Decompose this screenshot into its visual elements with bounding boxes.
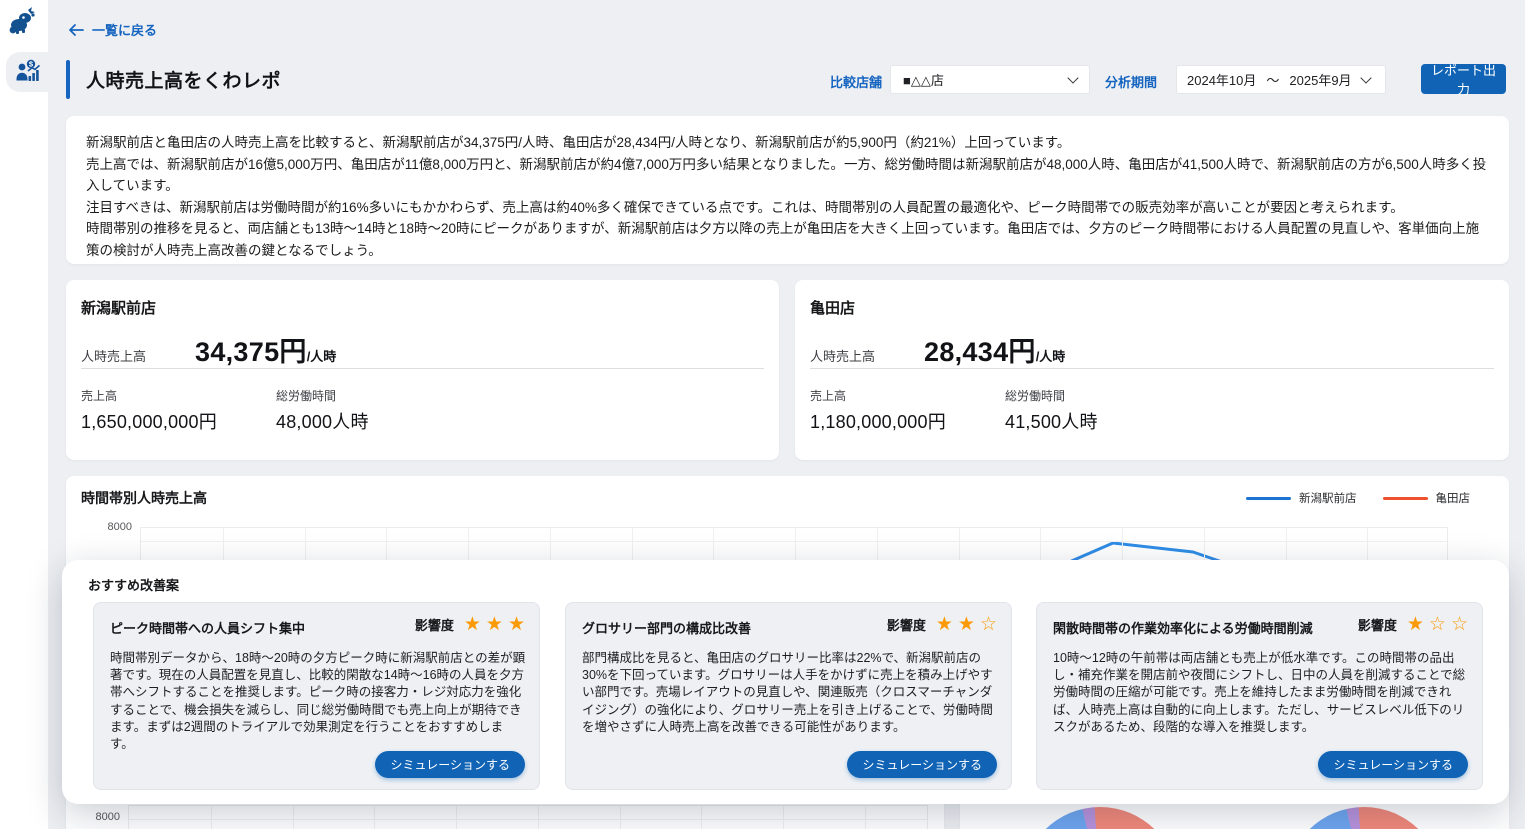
star-icon: ★ (486, 615, 503, 634)
star-icon: ★ (958, 615, 975, 634)
sidebar: $ (0, 0, 48, 829)
back-link[interactable]: 一覧に戻る (68, 20, 157, 39)
recommendation-body: 部門構成比を見ると、亀田店のグロサリー比率は22%で、新潟駅前店の30%を下回っ… (582, 650, 998, 736)
legend-item-niigata: 新潟駅前店 (1246, 490, 1357, 506)
legend-label: 新潟駅前店 (1299, 490, 1357, 506)
recommendation-card: 閑散時間帯の作業効率化による労働時間削減 影響度 ★ ☆ ☆ 10時〜12時の午前帯… (1036, 602, 1483, 790)
recommendation-card: グロサリー部門の構成比改善 影響度 ★ ★ ☆ 部門構成比を見ると、亀田店のグロサリ… (565, 602, 1012, 790)
sales-value: 1,180,000,000円 (810, 408, 946, 434)
title-accent-bar (66, 60, 70, 99)
hours-value: 48,000人時 (276, 408, 369, 434)
impact-label: 影響度 (887, 615, 926, 634)
legend-item-kameda: 亀田店 (1383, 490, 1471, 506)
chevron-down-icon (1360, 72, 1371, 83)
metric-unit: /人時 (307, 346, 337, 365)
page-title: 人時売上高をくわレポ (86, 66, 281, 93)
recommendation-title: グロサリー部門の構成比改善 (582, 618, 751, 637)
impact-stars: ★ ☆ ☆ (1407, 615, 1468, 634)
legend-line-swatch (1383, 497, 1428, 500)
period-end: 2025年9月 (1289, 70, 1351, 89)
star-icon: ☆ (1451, 615, 1468, 634)
metric-value: 28,434円 (924, 330, 1036, 369)
recommendation-title: 閑散時間帯の作業効率化による労働時間削減 (1053, 618, 1313, 637)
legend-label: 亀田店 (1436, 490, 1471, 506)
impact-stars: ★ ★ ☆ (936, 615, 997, 634)
simulate-button[interactable]: シミュレーションする (1318, 751, 1468, 778)
recommendations-panel: おすすめ改善案 ピーク時間帯への人員シフト集中 影響度 ★ ★ ★ 時間帯別データか… (62, 560, 1509, 804)
summary-line: 時間帯別の推移を見ると、両店舗とも13時〜14時と18時〜20時にピークがありま… (86, 218, 1489, 261)
period-start: 2024年10月 (1187, 70, 1256, 89)
compare-store-select[interactable]: ■△△店 (890, 65, 1090, 94)
labor-productivity-icon: $ (13, 58, 41, 86)
plot-area (128, 805, 928, 829)
impact-stars: ★ ★ ★ (464, 615, 525, 634)
app-logo-icon[interactable] (8, 6, 40, 38)
store-name: 新潟駅前店 (81, 297, 156, 318)
chevron-down-icon (1067, 72, 1078, 83)
store-name: 亀田店 (810, 297, 855, 318)
compare-store-label: 比較店舗 (830, 72, 882, 91)
store-card-kameda: 亀田店 人時売上高 28,434円 /人時 売上高 1,180,000,000円… (795, 280, 1509, 460)
arrow-left-icon (68, 23, 84, 37)
recommendation-card: ピーク時間帯への人員シフト集中 影響度 ★ ★ ★ 時間帯別データから、18時〜20… (93, 602, 540, 790)
star-icon: ☆ (1429, 615, 1446, 634)
summary-line: 注目すべきは、新潟駅前店は労働時間が約16%多いにもかかわらず、売上高は約40%… (86, 197, 1489, 219)
export-report-button[interactable]: レポート出力 (1421, 64, 1506, 94)
divider (81, 368, 764, 369)
metric-unit: /人時 (1036, 346, 1066, 365)
metric-label: 人時売上高 (81, 346, 195, 365)
chart-title: 時間帯別人時売上高 (81, 488, 207, 508)
chart-legend: 新潟駅前店 亀田店 (1246, 490, 1470, 506)
hours-label: 総労働時間 (1005, 387, 1065, 404)
legend-line-swatch (1246, 497, 1291, 500)
compare-store-value: ■△△店 (903, 70, 944, 89)
period-select[interactable]: 2024年10月 〜 2025年9月 (1176, 65, 1386, 94)
star-icon: ★ (936, 615, 953, 634)
metric-label: 人時売上高 (810, 346, 924, 365)
summary-line: 新潟駅前店と亀田店の人時売上高を比較すると、新潟駅前店が34,375円/人時、亀… (86, 132, 1489, 154)
recommendation-body: 10時〜12時の午前帯は両店舗とも売上が低水準です。この時間帯の品出し・補充作業… (1053, 650, 1469, 736)
period-separator: 〜 (1266, 70, 1279, 89)
divider (810, 368, 1494, 369)
star-icon: ★ (508, 615, 525, 634)
summary-card: 新潟駅前店と亀田店の人時売上高を比較すると、新潟駅前店が34,375円/人時、亀… (66, 116, 1509, 264)
hours-value: 41,500人時 (1005, 408, 1098, 434)
impact-label: 影響度 (1358, 615, 1397, 634)
y-axis-tick: 8000 (80, 811, 120, 823)
impact-label: 影響度 (415, 615, 454, 634)
simulate-button[interactable]: シミュレーションする (847, 751, 997, 778)
star-icon: ★ (1407, 615, 1424, 634)
recommendation-body: 時間帯別データから、18時〜20時の夕方ピーク時に新潟駅前店との差が顕著です。現… (110, 650, 526, 753)
pie-chart-kameda (1286, 807, 1442, 829)
summary-line: 売上高では、新潟駅前店が16億5,000万円、亀田店が11億8,000万円と、新… (86, 154, 1489, 197)
app-window: $ 一覧に戻る 人時売上高をくわレポ 比較店舗 ■△△店 分析期間 2024年1… (0, 0, 1525, 829)
recommendation-title: ピーク時間帯への人員シフト集中 (110, 618, 305, 637)
simulate-button[interactable]: シミュレーションする (375, 751, 525, 778)
page-title-bar: 人時売上高をくわレポ (66, 60, 281, 99)
pie-chart-niigata (1022, 807, 1178, 829)
star-icon: ★ (464, 615, 481, 634)
star-icon: ☆ (980, 615, 997, 634)
recommendations-heading: おすすめ改善案 (88, 575, 179, 594)
sales-label: 売上高 (81, 387, 117, 404)
sales-label: 売上高 (810, 387, 846, 404)
store-card-niigata: 新潟駅前店 人時売上高 34,375円 /人時 売上高 1,650,000,00… (66, 280, 779, 460)
y-axis-tick: 8000 (92, 521, 132, 533)
period-label: 分析期間 (1105, 72, 1157, 91)
back-label: 一覧に戻る (92, 20, 157, 39)
hours-label: 総労働時間 (276, 387, 336, 404)
sales-value: 1,650,000,000円 (81, 408, 217, 434)
sidebar-item-labor-report[interactable]: $ (6, 52, 48, 92)
metric-value: 34,375円 (195, 330, 307, 369)
